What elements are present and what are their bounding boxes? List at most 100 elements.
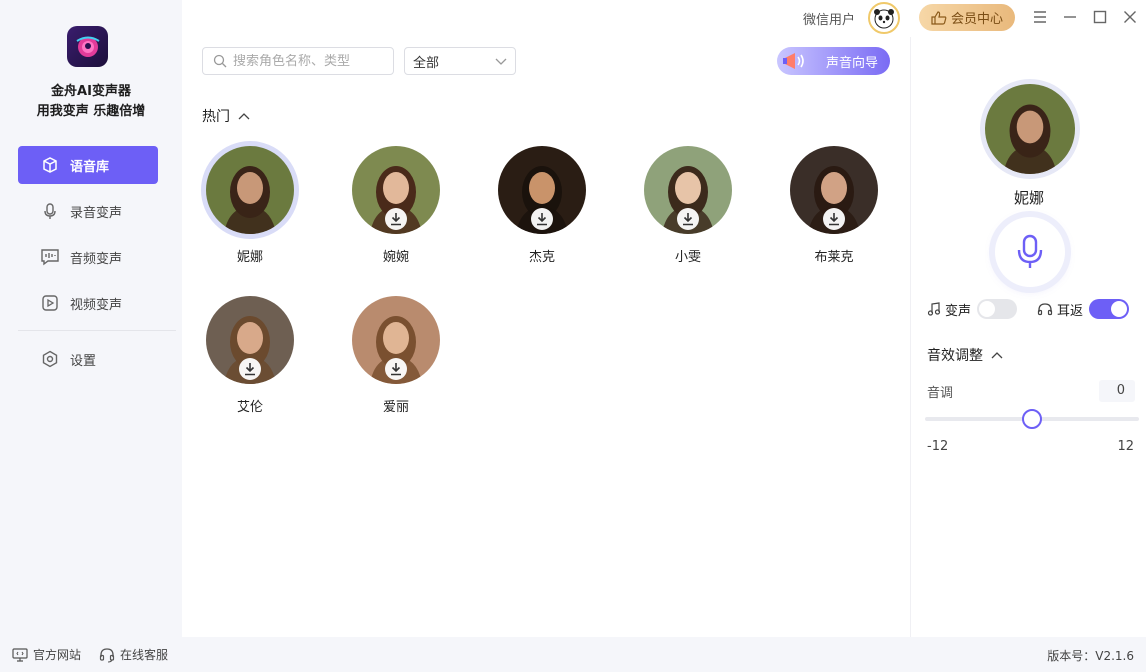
search-input[interactable]	[233, 53, 383, 69]
download-icon[interactable]	[531, 208, 553, 230]
sidebar-item-audio[interactable]: 音频变声	[18, 238, 158, 276]
voice-name: 杰克	[528, 250, 555, 265]
category-select-value: 全部	[413, 55, 440, 71]
chevron-up-icon	[238, 113, 250, 120]
current-voice-name: 妮娜	[1013, 189, 1044, 207]
pitch-slider-thumb[interactable]	[1022, 409, 1042, 429]
sidebar-item-label: 音频变声	[70, 251, 123, 267]
main-nav: 语音库 录音变声 音频变声 视频变声	[18, 146, 158, 330]
microphone-icon	[1017, 234, 1043, 268]
fx-title: 音效调整	[927, 348, 983, 364]
sidebar-item-label: 视频变声	[70, 297, 123, 313]
headphones-icon	[1037, 303, 1053, 316]
section-title: 热门	[202, 109, 230, 125]
hot-section-toggle[interactable]: 热门	[202, 106, 250, 126]
download-icon[interactable]	[385, 208, 407, 230]
maximize-icon	[1093, 10, 1107, 24]
settings-icon	[40, 349, 60, 369]
toggle-knob	[979, 301, 996, 317]
hamburger-icon	[1034, 11, 1046, 23]
monitor-toggle[interactable]	[1089, 299, 1130, 319]
thumbs-up-icon	[931, 10, 947, 25]
panda-avatar-icon	[874, 9, 894, 29]
audio-wave-icon	[40, 247, 60, 267]
chevron-up-icon	[991, 352, 1003, 359]
search-icon	[213, 54, 227, 68]
pitch-value-input[interactable]: 0	[1099, 380, 1135, 402]
voice-card[interactable]: 艾伦	[202, 296, 298, 415]
user-avatar[interactable]	[868, 2, 900, 34]
search-box[interactable]	[202, 47, 394, 75]
music-note-icon	[927, 302, 941, 316]
vip-center-button[interactable]: 会员中心	[919, 4, 1015, 31]
app-logo	[67, 26, 108, 67]
voice-avatar	[206, 296, 294, 384]
menu-button[interactable]	[1030, 7, 1050, 27]
bottom-bar: 官方网站 在线客服 版本号：V2.1.6	[0, 637, 1146, 672]
settings-nav: 设置	[18, 340, 158, 386]
category-select[interactable]: 全部	[404, 47, 516, 75]
minimize-button[interactable]	[1060, 7, 1080, 27]
voice-card[interactable]: 杰克	[494, 146, 590, 265]
voice-change-toggle[interactable]	[977, 299, 1018, 319]
sidebar-item-record[interactable]: 录音变声	[18, 192, 158, 230]
voice-name: 艾伦	[236, 400, 263, 415]
sidebar: 金舟AI变声器 用我变声 乐趣倍增 语音库 录音变声 音频变声 视频变声 设置	[0, 0, 182, 637]
close-icon	[1124, 11, 1136, 23]
voice-avatar	[352, 146, 440, 234]
download-icon[interactable]	[239, 358, 261, 380]
user-name[interactable]: 微信用户	[803, 9, 855, 28]
download-icon[interactable]	[677, 208, 699, 230]
online-support-link[interactable]: 在线客服	[99, 646, 168, 663]
voice-card[interactable]: 妮娜	[202, 146, 298, 265]
app-slogan: 用我变声 乐趣倍增	[36, 104, 146, 119]
nav-divider	[18, 330, 176, 331]
official-website-label: 官方网站	[33, 648, 82, 662]
portrait-image	[224, 166, 276, 234]
voice-avatar	[790, 146, 878, 234]
voice-avatar	[206, 146, 294, 234]
headset-icon	[99, 647, 115, 663]
voice-card[interactable]: 布莱克	[786, 146, 882, 265]
voice-name: 小雯	[674, 250, 701, 265]
pitch-min-label: -12	[927, 439, 949, 454]
voice-name: 爱丽	[382, 400, 409, 415]
voice-name: 婉婉	[382, 250, 409, 265]
voice-guide-button[interactable]: 声音向导	[777, 47, 890, 75]
voice-guide-label: 声音向导	[825, 55, 878, 71]
current-voice-avatar	[985, 84, 1075, 174]
monitor-screen-icon	[12, 647, 28, 662]
monitor-label: 耳返	[1057, 303, 1084, 319]
mic-button[interactable]	[995, 217, 1065, 287]
sidebar-item-video[interactable]: 视频变声	[18, 284, 158, 322]
official-website-link[interactable]: 官方网站	[12, 646, 81, 663]
voice-change-label: 变声	[945, 303, 972, 319]
monitor-row: 耳返	[1037, 299, 1130, 319]
minimize-icon	[1064, 16, 1076, 18]
voice-card[interactable]: 小雯	[640, 146, 736, 265]
download-icon[interactable]	[823, 208, 845, 230]
close-button[interactable]	[1120, 7, 1140, 27]
voice-change-row: 变声	[927, 299, 1018, 319]
voice-avatar	[644, 146, 732, 234]
logo-icon	[75, 36, 100, 57]
play-icon	[40, 293, 60, 313]
download-icon[interactable]	[385, 358, 407, 380]
sidebar-item-voice-library[interactable]: 语音库	[18, 146, 158, 184]
cube-icon	[40, 155, 60, 175]
version-label: 版本号：V2.1.6	[1047, 649, 1134, 663]
maximize-button[interactable]	[1090, 7, 1110, 27]
right-panel: 妮娜 变声 耳返 音效调整 音调 0 -12 12	[910, 37, 1146, 637]
portrait-image	[1003, 104, 1057, 174]
sidebar-item-settings[interactable]: 设置	[18, 340, 158, 378]
sidebar-item-label: 设置	[70, 353, 97, 369]
fx-section-toggle[interactable]: 音效调整	[927, 345, 1003, 365]
sidebar-item-label: 录音变声	[70, 205, 123, 221]
voice-card[interactable]: 婉婉	[348, 146, 444, 265]
vip-label: 会员中心	[950, 12, 1003, 27]
megaphone-icon	[783, 53, 804, 69]
chevron-down-icon	[495, 58, 507, 65]
toggle-knob	[1111, 301, 1128, 317]
voice-card[interactable]: 爱丽	[348, 296, 444, 415]
app-name: 金舟AI变声器	[51, 84, 131, 99]
